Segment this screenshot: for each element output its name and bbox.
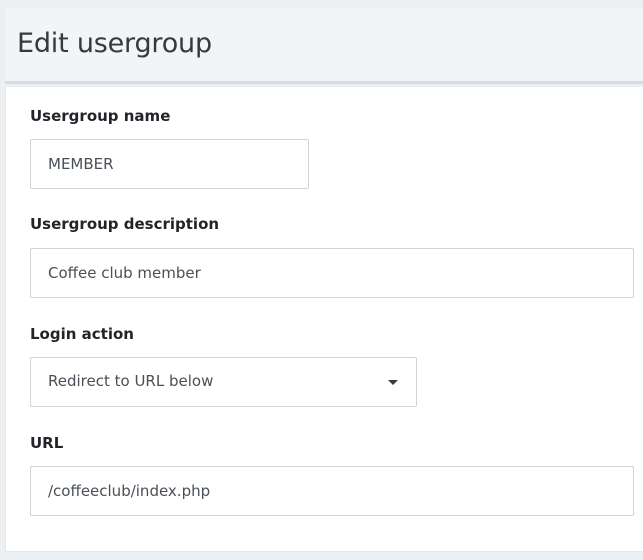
- url-label: URL: [30, 434, 64, 452]
- url-input[interactable]: [30, 466, 634, 516]
- page-title: Edit usergroup: [17, 28, 212, 59]
- usergroup-name-input[interactable]: [30, 139, 309, 189]
- panel-header: Edit usergroup: [5, 8, 643, 84]
- login-action-label: Login action: [30, 325, 134, 343]
- usergroup-description-label: Usergroup description: [30, 215, 220, 233]
- caret-down-icon: [388, 380, 398, 385]
- usergroup-description-input[interactable]: [30, 248, 634, 298]
- login-action-select[interactable]: Redirect to URL below: [30, 357, 417, 407]
- usergroup-name-label: Usergroup name: [30, 107, 171, 125]
- edit-usergroup-form: Usergroup name Usergroup description Log…: [5, 87, 643, 552]
- login-action-selected-value: Redirect to URL below: [48, 372, 214, 390]
